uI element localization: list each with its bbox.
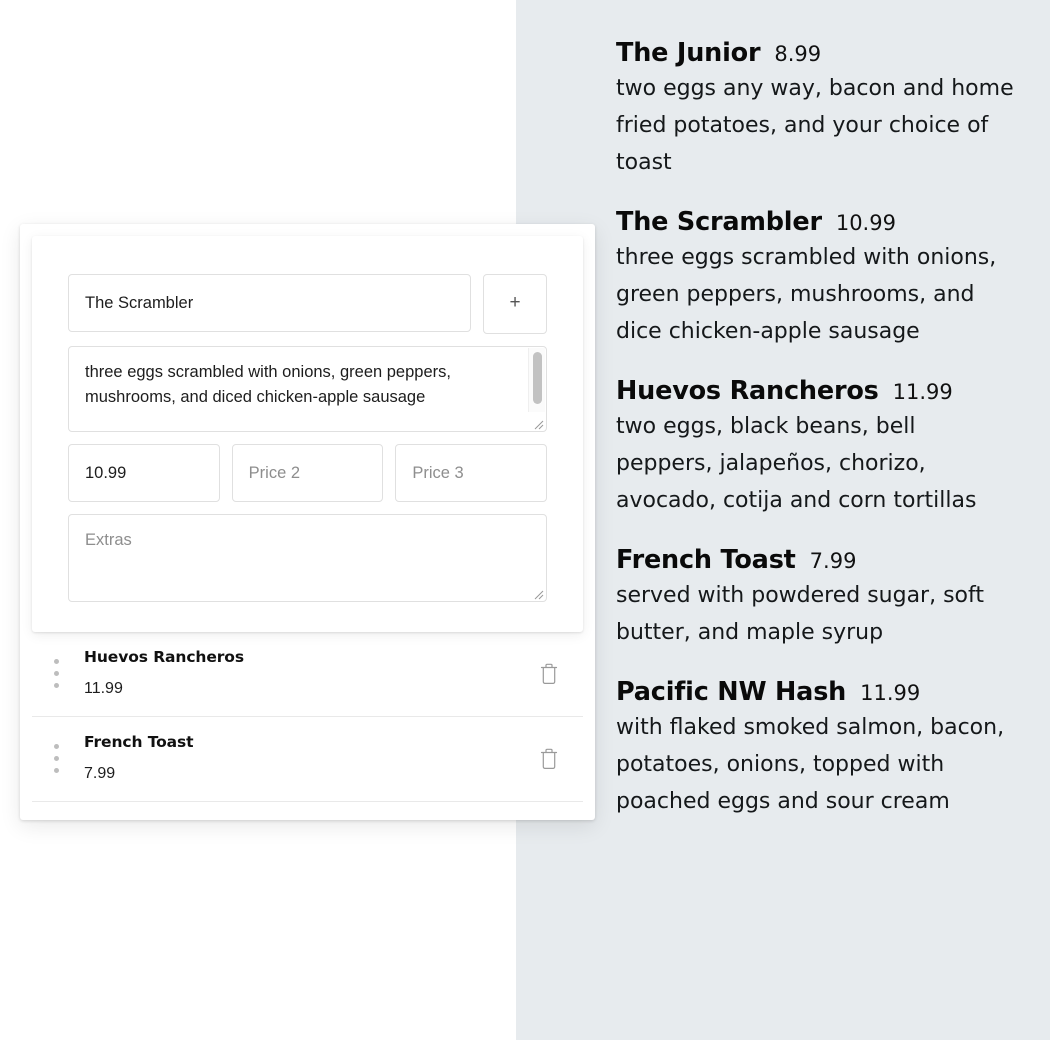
menu-item-heading: The Junior 8.99 [616, 38, 1018, 68]
trash-icon [540, 663, 558, 684]
description-row [68, 346, 547, 432]
menu-item-heading: French Toast 7.99 [616, 545, 1018, 575]
menu-item-price: 8.99 [774, 42, 822, 66]
menu-item-list: Huevos Rancheros 11.99 French Toast 7.99 [20, 632, 595, 820]
menu-item-description: served with powdered sugar, soft butter,… [616, 583, 984, 645]
menu-item-price: 11.99 [892, 380, 953, 404]
list-item-name: Huevos Rancheros [84, 648, 244, 666]
item-name-input[interactable] [68, 274, 471, 332]
menu-item-price: 10.99 [835, 211, 896, 235]
drag-handle-icon[interactable] [46, 658, 66, 688]
add-item-button[interactable]: + [483, 274, 547, 334]
delete-item-button[interactable] [539, 662, 563, 685]
menu-preview-panel: The Junior 8.99 two eggs any way, bacon … [516, 0, 1050, 1040]
list-item-text: French Toast 7.99 [84, 733, 539, 783]
menu-item-heading: Pacific NW Hash 11.99 [616, 677, 1018, 707]
menu-item-name: Pacific NW Hash [616, 677, 847, 707]
menu-item-price: 7.99 [809, 549, 857, 573]
list-item-text: Huevos Rancheros 11.99 [84, 648, 539, 698]
table-row[interactable]: French Toast 7.99 [32, 717, 583, 802]
menu-item-price: 11.99 [860, 681, 921, 705]
price-row [68, 444, 548, 502]
menu-item-description: with flaked smoked salmon, bacon, potato… [616, 715, 1005, 814]
description-scrollbar[interactable] [528, 348, 545, 412]
menu-preview-item: The Junior 8.99 two eggs any way, bacon … [616, 38, 1018, 181]
menu-preview-item: French Toast 7.99 served with powdered s… [616, 545, 1018, 651]
menu-item-name: Huevos Rancheros [616, 376, 879, 406]
price-2-input[interactable] [231, 444, 384, 502]
description-scrollbar-thumb[interactable] [533, 352, 542, 404]
list-item-price: 7.99 [84, 765, 116, 782]
list-item-name: French Toast [84, 733, 194, 751]
drag-handle-icon[interactable] [46, 743, 66, 773]
menu-item-name: French Toast [616, 545, 796, 575]
menu-item-heading: Huevos Rancheros 11.99 [616, 376, 1018, 406]
trash-icon [540, 748, 558, 769]
menu-item-description: three eggs scrambled with onions, green … [616, 245, 997, 344]
menu-item-heading: The Scrambler 10.99 [616, 207, 1018, 237]
list-item-price: 11.99 [84, 680, 123, 697]
menu-item-name: The Scrambler [616, 207, 822, 237]
name-row: + [68, 274, 547, 334]
item-edit-form: + [32, 236, 583, 632]
menu-item-description: two eggs, black beans, bell peppers, jal… [616, 414, 977, 513]
menu-preview-item: The Scrambler 10.99 three eggs scrambled… [616, 207, 1018, 350]
extras-row [68, 514, 547, 602]
menu-preview-item: Huevos Rancheros 11.99 two eggs, black b… [616, 376, 1018, 519]
menu-editor-card: + [20, 224, 595, 820]
menu-preview-item: Pacific NW Hash 11.99 with flaked smoked… [616, 677, 1018, 820]
price-3-input[interactable] [395, 444, 548, 502]
table-row[interactable]: Huevos Rancheros 11.99 [32, 632, 583, 717]
price-1-input[interactable] [68, 444, 220, 502]
menu-item-name: The Junior [616, 38, 761, 68]
item-extras-textarea[interactable] [68, 514, 547, 602]
menu-item-description: two eggs any way, bacon and home fried p… [616, 76, 1014, 175]
item-description-textarea[interactable] [68, 346, 547, 432]
delete-item-button[interactable] [539, 747, 563, 770]
